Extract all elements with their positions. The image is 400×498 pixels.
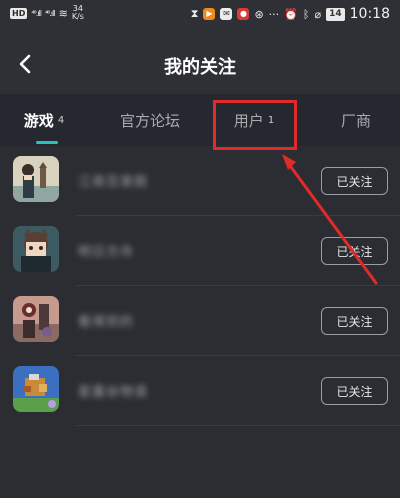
empty-area — [0, 426, 400, 498]
follow-list: 江南百景图 已关注 明日方舟 已关注 看得到的 已关注 星露谷物语 已关注 — [0, 146, 400, 426]
network-speed: 34 K/s — [72, 5, 84, 21]
game-icon-arknights[interactable] — [13, 226, 59, 272]
followed-game-name[interactable]: 星露谷物语 — [78, 381, 148, 400]
bluetooth-icon: ᛒ — [302, 7, 310, 21]
game-icon-stardew[interactable] — [13, 366, 59, 412]
mech-art — [13, 296, 59, 342]
status-right: ⧗ ▶ ✉ ● ⊛ ··· ⏰ ᛒ ⌀ 14 10:18 — [191, 6, 390, 22]
tab-forum-label: 官方论坛 — [119, 111, 180, 130]
battery-icon: 14 — [326, 7, 345, 21]
hd-badge: HD — [10, 7, 28, 19]
red-app-icon: ● — [237, 8, 250, 20]
hourglass-icon: ⧗ — [190, 7, 199, 20]
title-bar: 我的关注 — [0, 36, 400, 94]
signal-icon-2: ⁴⁶.ıll — [44, 8, 56, 18]
following-button[interactable]: 已关注 — [321, 167, 388, 195]
chat-app-icon: ✉ — [220, 8, 233, 20]
tab-official-forum[interactable]: 官方论坛 — [108, 94, 192, 146]
wifi-icon: ≋ — [58, 6, 68, 20]
stardew-art — [13, 366, 59, 412]
list-item[interactable]: 星露谷物语 已关注 — [0, 356, 400, 426]
tab-games-count: 4 — [57, 114, 65, 126]
page-title: 我的关注 — [164, 57, 236, 78]
dots-icon: ··· — [268, 7, 280, 21]
mute-icon: ⌀ — [314, 7, 322, 21]
following-button[interactable]: 已关注 — [321, 377, 388, 405]
followed-game-name[interactable]: 江南百景图 — [78, 171, 148, 190]
compass-icon: ⊛ — [254, 7, 264, 21]
list-item[interactable]: 看得到的 已关注 — [0, 286, 400, 356]
following-button[interactable]: 已关注 — [321, 237, 388, 265]
clock: 10:18 — [349, 6, 390, 22]
signal-icon: ⁴⁶.ıll — [31, 8, 42, 18]
tab-vendors[interactable]: 厂商 — [326, 94, 386, 146]
game-icon-jiangnan[interactable] — [13, 156, 59, 202]
list-item[interactable]: 明日方舟 已关注 — [0, 216, 400, 286]
video-app-icon: ▶ — [203, 8, 216, 20]
tab-games[interactable]: 游戏 4 — [14, 94, 74, 146]
game-icon-mech[interactable] — [13, 296, 59, 342]
followed-game-name[interactable]: 看得到的 — [78, 311, 134, 330]
status-bar: HD ⁴⁶.ıll ⁴⁶.ıll ≋ 34 K/s ⧗ ▶ ✉ ● ⊛ ··· … — [0, 0, 400, 36]
followed-game-name[interactable]: 明日方舟 — [78, 241, 134, 260]
following-button[interactable]: 已关注 — [321, 307, 388, 335]
jiangnan-art — [13, 156, 59, 202]
tab-bar: 游戏 4 官方论坛 用户 1 厂商 — [0, 94, 400, 146]
highlight-box — [213, 100, 297, 150]
alarm-icon: ⏰ — [284, 7, 298, 21]
list-item[interactable]: 江南百景图 已关注 — [0, 146, 400, 216]
tab-games-label: 游戏 — [23, 111, 54, 130]
status-left: HD ⁴⁶.ıll ⁴⁶.ıll ≋ 34 K/s — [10, 5, 84, 21]
tab-vendors-label: 厂商 — [340, 111, 371, 130]
speed-unit: K/s — [71, 12, 84, 21]
arknights-art — [13, 226, 59, 272]
active-tab-indicator — [36, 141, 58, 144]
